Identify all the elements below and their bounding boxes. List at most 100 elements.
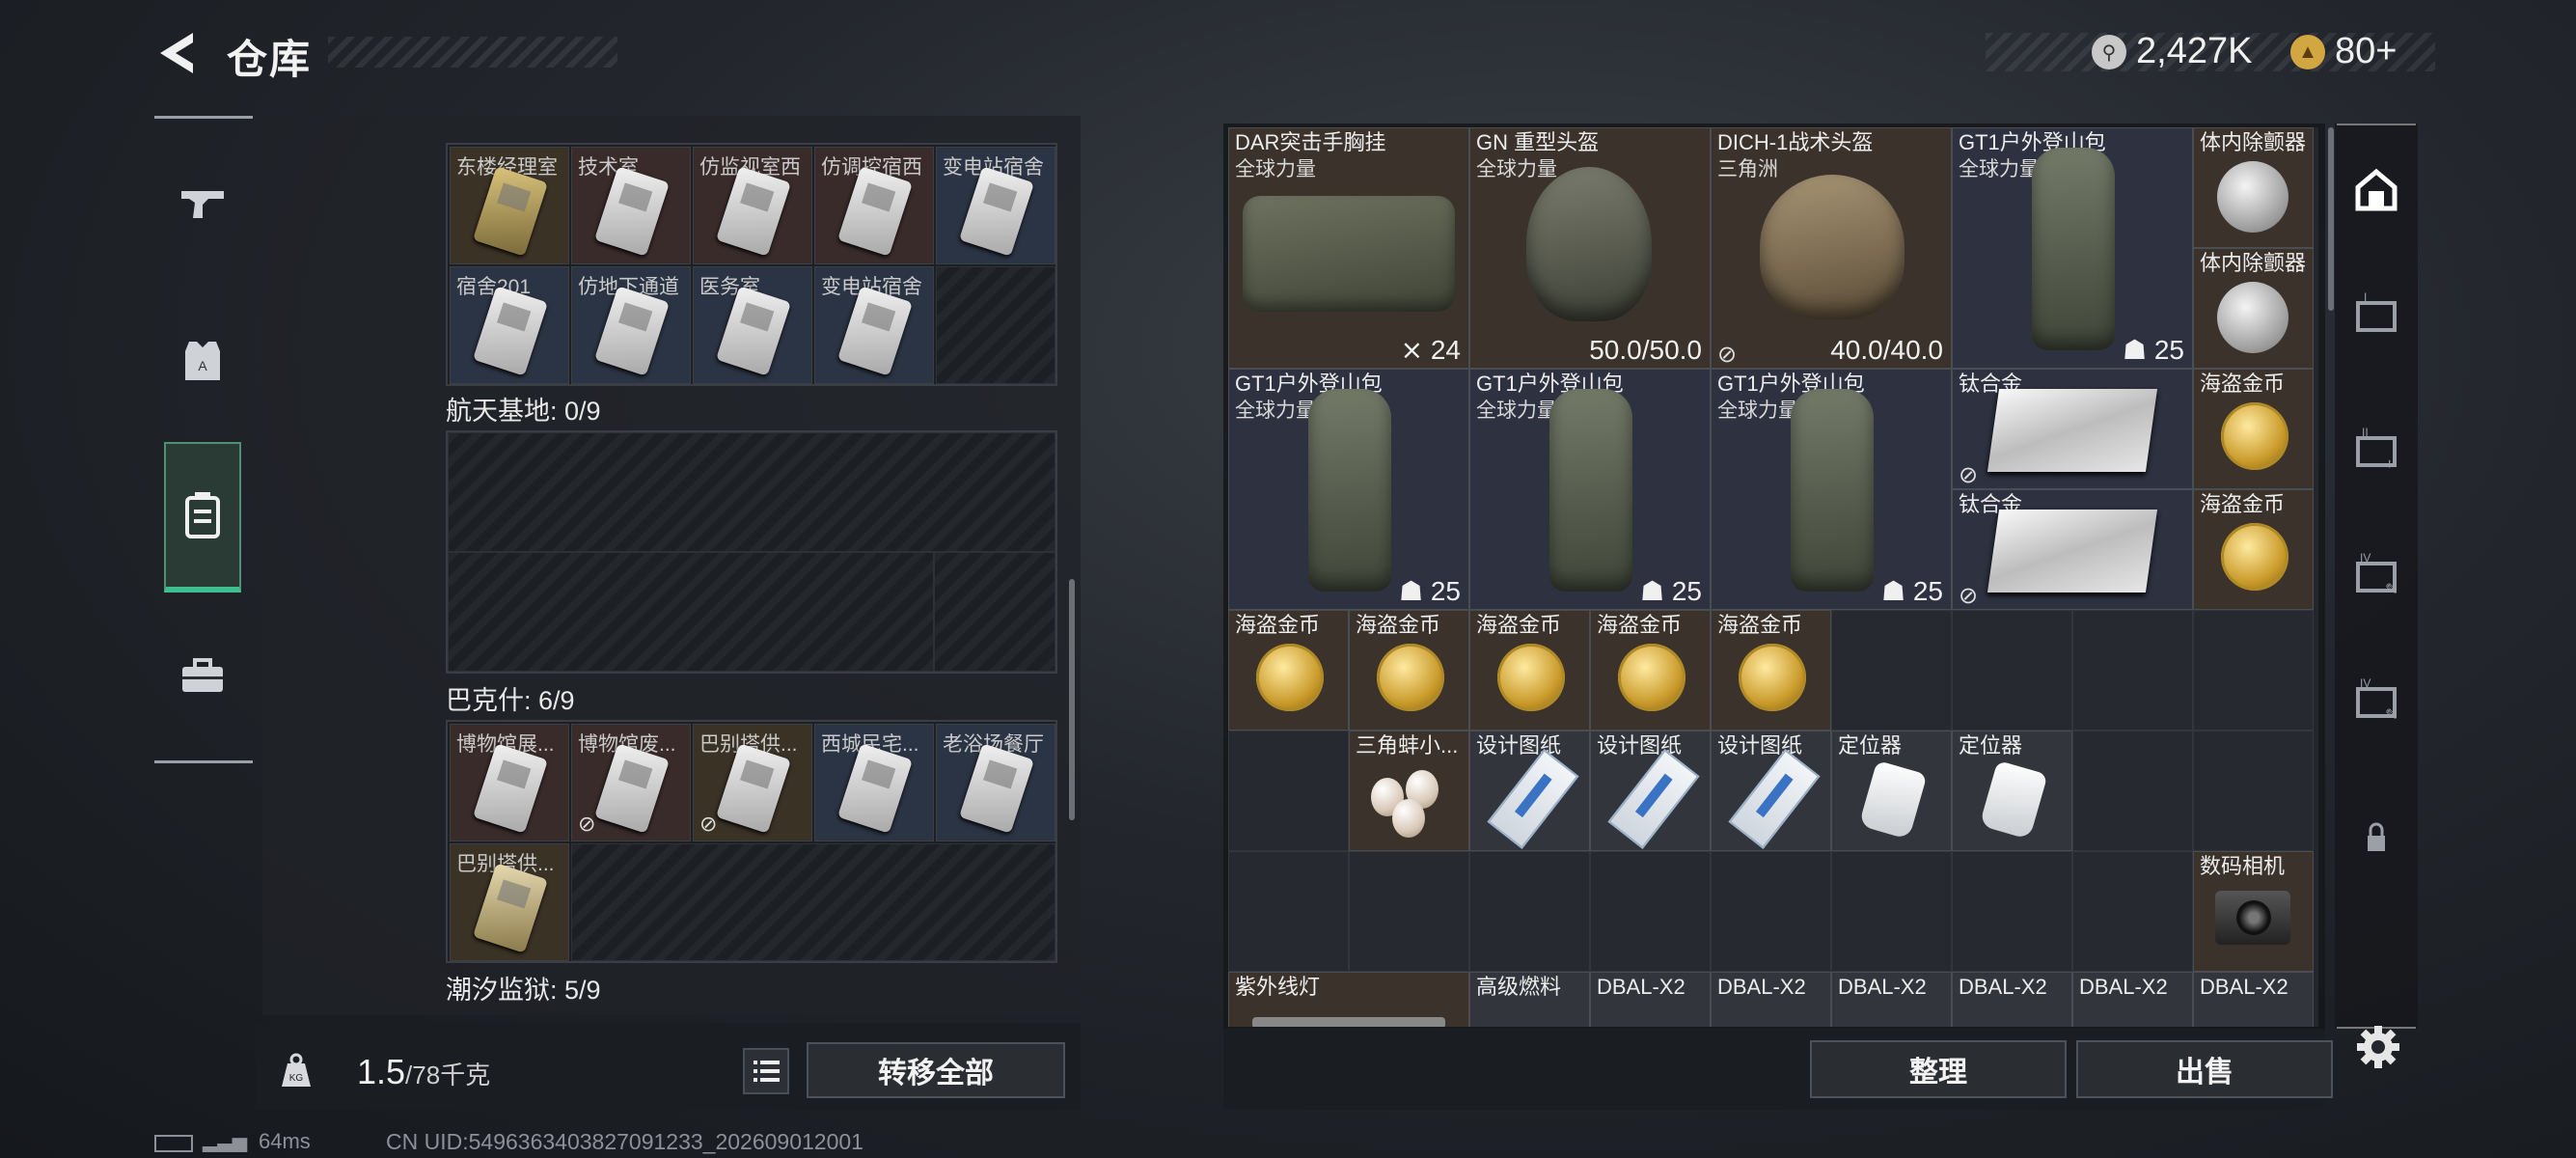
stash-item[interactable]: 高级燃料 [1469,972,1590,1027]
list-view-button[interactable] [743,1048,789,1094]
stash-page-4-icon[interactable]: IV ✎ [2352,550,2400,598]
stash-grid: DAR突击手胸挂 全球力量 ⨯ 24 GN 重型头盔 全球力量 50.0/50.… [1228,127,2318,1027]
keycard-item[interactable]: 巴别塔供... ⊘ [693,724,812,841]
svg-text:KG: KG [289,1073,304,1084]
capacity-icon: ☗ [1880,576,1913,606]
stash-item[interactable]: 设计图纸 [1711,731,1831,851]
svg-text:+: + [2385,456,2394,473]
stash-page-2-icon[interactable]: II + [2352,425,2400,473]
stash-item[interactable]: GT1户外登山包 全球力量 ☗ 25 [1228,369,1469,610]
stash-item[interactable]: 设计图纸 [1469,731,1590,851]
stash-item[interactable]: GT1户外登山包 全球力量 ☗ 25 [1711,369,1952,610]
stash-item[interactable]: 海盗金币 [1228,610,1349,731]
stash-item[interactable]: 海盗金币 [2193,489,2314,610]
capacity-icon: ☗ [2122,335,2154,365]
empty-slot [571,843,1055,961]
keycard-grid-1: 东楼经理室 技术室 仿监视室西 仿调控宿西 变电站宿舍 宿舍201 仿地下通道 [446,143,1057,386]
keycard-item[interactable]: 仿地下通道 [571,266,691,384]
stash-empty-slot [1228,731,1349,851]
stash-item[interactable]: 三角蚌小... [1349,731,1469,851]
keycard-item[interactable]: 博物馆展... [450,724,569,841]
item-image [1243,196,1455,312]
keycard-item[interactable]: 变电站宿舍 [814,266,934,384]
item-image [1739,644,1806,711]
unavailable-icon: ⊘ [699,812,718,836]
stash-page-4b-icon[interactable]: IV ✎ [2352,676,2400,724]
stash-item[interactable]: 海盗金币 [1590,610,1711,731]
keycard-item[interactable]: 巴别塔供... [450,843,569,961]
back-arrow-icon[interactable] [154,29,203,77]
sort-button[interactable]: 整理 [1810,1040,2067,1098]
keycard-item[interactable]: 博物馆废... ⊘ [571,724,691,841]
stash-empty-slot [1469,851,1590,972]
stash-item[interactable]: DBAL-X2 [2072,972,2193,1027]
svg-text:✎: ✎ [2385,582,2398,598]
keycard-item[interactable]: 西城民宅... [814,724,934,841]
gold-currency-value[interactable]: 80+ [2335,31,2397,72]
stash-item[interactable]: DBAL-X2 [1590,972,1711,1027]
stash-item[interactable]: 定位器 [1831,731,1952,851]
keycard-item[interactable]: 宿舍201 [450,266,569,384]
stash-empty-slot [2193,610,2314,731]
item-image [1487,749,1579,849]
stash-item[interactable]: DBAL-X2 [1952,972,2072,1027]
stash-empty-slot [1711,851,1831,972]
keycard-item[interactable]: 仿监视室西 [693,147,812,264]
empty-slot [448,552,934,672]
page-title: 仓库 [227,37,313,82]
stash-item[interactable]: 海盗金币 [1349,610,1469,731]
equipment-tab[interactable]: A [164,322,241,400]
keycard-panel: 东楼经理室 技术室 仿监视室西 仿调控宿西 变电站宿舍 宿舍201 仿地下通道 [262,116,1081,1015]
list-icon [754,1061,780,1082]
weapons-tab[interactable] [164,164,241,241]
stash-item[interactable]: DBAL-X2 [2193,972,2314,1027]
keycards-tab[interactable] [164,442,241,593]
toolbox-tab[interactable] [164,637,241,714]
item-image [1497,644,1565,711]
section-label-tidal-prison: 潮汐监狱: 5/9 [446,976,601,1005]
stash-item[interactable]: 钛合金 ⊘ [1952,489,2193,610]
stash-item[interactable]: DAR突击手胸挂 全球力量 ⨯ 24 [1228,127,1469,369]
keycard-item[interactable]: 医务室 [693,266,812,384]
stash-item[interactable]: DBAL-X2 [1831,972,1952,1027]
item-image [1252,1017,1445,1027]
lock-icon[interactable] [2352,813,2400,861]
stash-item[interactable]: 钛合金 ⊘ [1952,369,2193,489]
stash-page-1-icon[interactable]: I [2352,290,2400,338]
all-stash-tab-icon[interactable] [2352,166,2400,214]
stash-item[interactable]: 定位器 [1952,731,2072,851]
keycard-grid-3: 博物馆展... 博物馆废... ⊘ 巴别塔供... ⊘ 西城民宅... 老浴场餐… [446,720,1057,963]
keycard-item[interactable]: 老浴场餐厅 [936,724,1055,841]
vest-icon: ⨯ [1400,335,1431,365]
stash-item[interactable]: GN 重型头盔 全球力量 50.0/50.0 [1469,127,1711,369]
capacity-icon: ☗ [1398,576,1431,606]
keycard-item[interactable]: 技术室 [571,147,691,264]
stash-empty-slot [1831,610,1952,731]
settings-gear-icon[interactable] [2354,1023,2402,1071]
stash-item[interactable]: GT1户外登山包 全球力量 ☗ 25 [1952,127,2193,369]
keycard-item[interactable]: 仿调控宿西 [814,147,934,264]
stash-item[interactable]: 体内除颤器 [2193,248,2314,369]
keycard-item[interactable]: 东楼经理室 [450,147,569,264]
transfer-all-button[interactable]: 转移全部 [807,1042,1065,1098]
sell-button[interactable]: 出售 [2076,1040,2333,1098]
stash-empty-slot [2072,851,2193,972]
stash-item[interactable]: GT1户外登山包 全球力量 ☗ 25 [1469,369,1711,610]
armor-icon: A [185,342,220,380]
stash-item[interactable]: 体内除颤器 [2193,127,2314,248]
item-image [1377,644,1444,711]
left-scrollbar[interactable] [1069,579,1075,820]
stash-item[interactable]: 紫外线灯 [1228,972,1469,1027]
stash-item[interactable]: DBAL-X2 [1711,972,1831,1027]
stash-item[interactable]: 海盗金币 [1711,610,1831,731]
stash-item[interactable]: 海盗金币 [1469,610,1590,731]
item-image [1728,749,1821,849]
stash-item[interactable]: 数码相机 [2193,851,2314,972]
stash-scrollbar[interactable] [2328,127,2334,311]
item-image [2217,161,2288,233]
stash-item[interactable]: DICH-1战术头盔 三角洲 ⊘ 40.0/40.0 [1711,127,1952,369]
keycard-item[interactable]: 变电站宿舍 [936,147,1055,264]
stash-item[interactable]: 海盗金币 [2193,369,2314,489]
stash-item[interactable]: 设计图纸 [1590,731,1711,851]
item-image [1308,389,1391,592]
